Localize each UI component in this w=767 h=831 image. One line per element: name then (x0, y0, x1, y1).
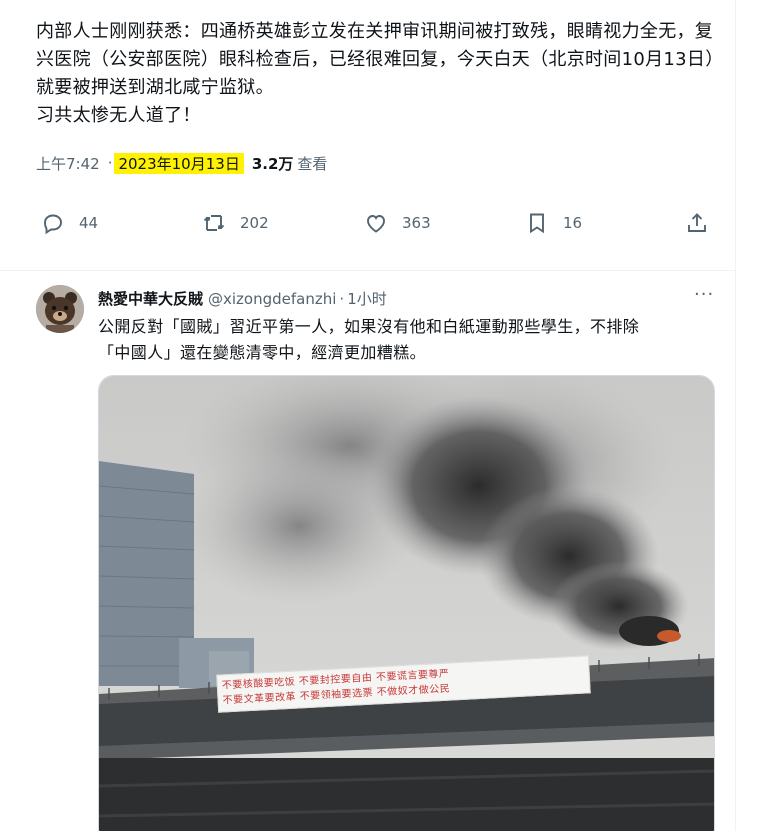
reply-line-1: 公開反對「國賊」習近平第一人，如果沒有他和白紙運動那些學生，不排除 (98, 317, 640, 336)
bookmark-icon (530, 213, 544, 234)
main-tweet-paragraph-1: 内部人士刚刚获悉：四通桥英雄彭立发在关押审讯期间被打致残，眼睛视力全无，复兴医院… (36, 21, 724, 98)
meta-separator: · (107, 154, 113, 172)
reply-header: 熱愛中華大反賊 @xizongdefanzhi · 1小时 (98, 288, 387, 309)
header-separator: · (339, 289, 345, 308)
tweet-date[interactable]: 2023年10月13日 (114, 152, 244, 174)
bridge-smoke-photo (99, 376, 714, 831)
views-count: 3.2万 (251, 154, 294, 173)
tweet-photo[interactable]: 不要核酸要吃饭 不要封控要自由 不要谎言要尊严 不要文革要改革 不要领袖要选票 … (98, 375, 715, 831)
author-name[interactable]: 熱愛中華大反賊 (98, 288, 203, 309)
share-icon (688, 213, 706, 232)
reply-time[interactable]: 1小时 (347, 288, 387, 309)
bookmark-button[interactable]: 16 (525, 208, 582, 238)
share-button[interactable] (685, 208, 723, 238)
timeline-column-border (735, 0, 736, 831)
bear-avatar[interactable] (36, 285, 84, 333)
reply-line-2: 「中國人」還在變態清零中，經濟更加糟糕。 (98, 343, 427, 362)
main-tweet: 内部人士刚刚获悉：四通桥英雄彭立发在关押审讯期间被打致残，眼睛视力全无，复兴医院… (0, 0, 735, 271)
main-tweet-text: 内部人士刚刚获悉：四通桥英雄彭立发在关押审讯期间被打致残，眼睛视力全无，复兴医院… (36, 18, 726, 130)
author-handle[interactable]: @xizongdefanzhi (208, 290, 336, 308)
bookmark-count: 16 (563, 214, 583, 232)
tweet-meta: 上午7:42 · 2023年10月13日 3.2万 查看 (36, 150, 327, 176)
reply-tweet-text: 公開反對「國賊」習近平第一人，如果沒有他和白紙運動那些學生，不排除 「中國人」還… (98, 314, 718, 366)
retweet-count: 202 (240, 214, 269, 232)
tweet-actions: 44 202 363 16 (36, 208, 716, 238)
like-count: 363 (402, 214, 431, 232)
tweet-time[interactable]: 上午7:42 (36, 153, 100, 174)
retweet-button[interactable]: 202 (202, 208, 269, 238)
retweet-icon (203, 215, 225, 231)
like-button[interactable]: 363 (364, 208, 431, 238)
reply-count: 44 (79, 214, 99, 232)
main-tweet-paragraph-2: 习共太惨无人道了！ (36, 105, 201, 126)
reply-icon (44, 214, 62, 235)
heart-icon (367, 215, 385, 233)
more-icon[interactable]: ··· (694, 286, 716, 308)
views-label: 查看 (297, 154, 328, 173)
reply-button[interactable]: 44 (41, 208, 98, 238)
